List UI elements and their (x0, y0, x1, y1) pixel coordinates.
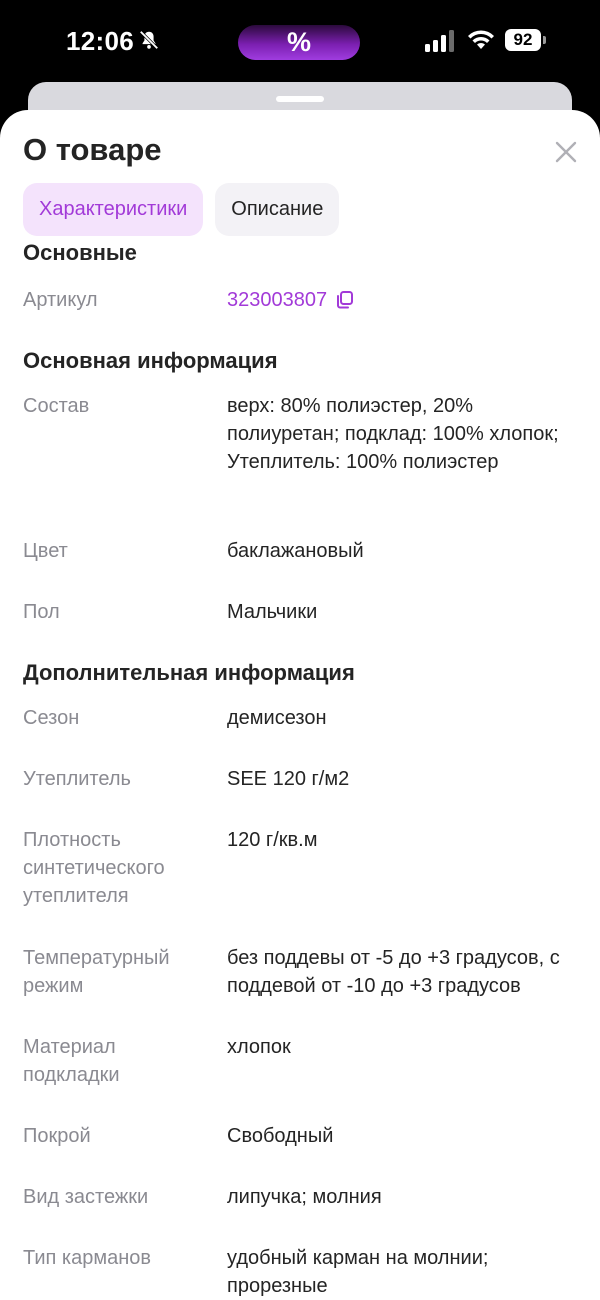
wifi-icon (468, 30, 494, 49)
row-value-season: демисезон (227, 707, 327, 729)
tab-characteristics[interactable]: Характеристики (23, 183, 204, 236)
battery-indicator: 92 (505, 29, 541, 51)
row-value-density: 120 г/кв.м (227, 829, 318, 851)
section-title-basic: Основные (23, 242, 137, 265)
promo-pill[interactable]: % (238, 25, 360, 60)
sku-copy-button[interactable]: 323003807 (227, 286, 355, 314)
row-label-pockets: Тип карманов (23, 1247, 151, 1269)
battery-level: 92 (513, 30, 533, 49)
sku-label: Артикул (23, 289, 98, 311)
status-bar: 12:06 % 92 (0, 0, 600, 82)
row-value-composition: верх: 80% полиэстер, 20% полиуретан; под… (227, 395, 559, 473)
row-value-insulation: SEE 120 г/м2 (227, 768, 350, 790)
sheet-grabber[interactable] (276, 96, 324, 102)
copy-icon (337, 291, 354, 309)
bell-off-icon (139, 30, 159, 50)
row-label-composition: Состав (23, 395, 90, 417)
characteristics-list[interactable]: Основные Артикул 323003807 Основная инфо… (0, 242, 600, 1300)
row-label-fastener: Вид застежки (23, 1186, 149, 1208)
tab-description[interactable]: Описание (215, 183, 340, 236)
row-label-density: Плотность синтетического утеплителя (23, 829, 165, 907)
row-value-temperature: без поддевы от -5 до +3 градусов, с подд… (227, 947, 560, 997)
row-label-lining-material: Материал подкладки (23, 1036, 120, 1086)
sheet-title: О товаре (23, 132, 162, 167)
battery-tip (543, 36, 546, 44)
sku-value: 323003807 (227, 289, 328, 311)
product-info-sheet: О товаре Характеристики Описание Основны… (0, 110, 600, 1300)
row-value-pockets: удобный карман на молнии; прорезные (227, 1247, 489, 1297)
row-value-fastener: липучка; молния (227, 1186, 382, 1208)
tab-bar: Характеристики Описание (23, 183, 340, 236)
cellular-signal-icon (425, 30, 454, 52)
row-label-temperature: Температурный режим (23, 947, 170, 997)
row-value-fit: Свободный (227, 1125, 334, 1147)
row-value-color: баклажановый (227, 540, 364, 562)
section-title-extra-info: Дополнительная информация (23, 660, 355, 685)
row-label-color: Цвет (23, 540, 68, 562)
row-label-gender: Пол (23, 601, 60, 623)
row-label-insulation: Утеплитель (23, 768, 131, 790)
percent-icon: % (286, 27, 311, 57)
row-value-lining-material: хлопок (227, 1036, 291, 1058)
status-time: 12:06 (66, 26, 134, 56)
row-label-fit: Покрой (23, 1125, 91, 1147)
row-label-season: Сезон (23, 707, 80, 729)
section-title-main-info: Основная информация (23, 348, 278, 373)
close-icon[interactable] (550, 136, 582, 168)
row-value-gender: Мальчики (227, 601, 318, 623)
